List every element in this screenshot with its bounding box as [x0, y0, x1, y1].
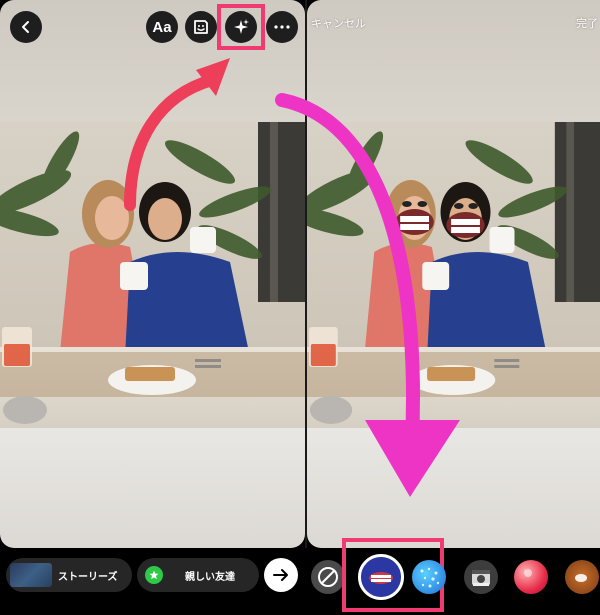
stories-thumbnail [10, 563, 52, 587]
more-horizontal-icon [274, 25, 290, 29]
background-bottom [0, 428, 305, 548]
text-button[interactable]: Aa [146, 11, 178, 43]
close-friends-label: 親しい友達 [185, 571, 235, 583]
background-bottom [307, 428, 600, 548]
camera-effect[interactable] [464, 560, 498, 594]
stories-share-button[interactable]: ストーリーズ [6, 558, 132, 592]
send-button[interactable] [264, 558, 298, 592]
donut-icon [575, 574, 587, 582]
red-bubble-effect[interactable] [514, 560, 548, 594]
no-effect-icon [318, 567, 338, 587]
stories-label: ストーリーズ [58, 571, 118, 583]
sticker-button[interactable] [185, 11, 217, 43]
bubble-icon [524, 569, 532, 577]
effects-button-highlight [217, 4, 265, 50]
no-effect-button[interactable] [311, 560, 345, 594]
sticker-icon [194, 20, 208, 34]
instant-camera-icon [472, 570, 490, 586]
sparkle-filter-effect[interactable] [412, 560, 446, 594]
star-icon [145, 566, 163, 584]
story-editor-original: Aa [0, 0, 305, 548]
back-button[interactable] [10, 11, 42, 43]
done-button[interactable]: 完了 [576, 15, 598, 31]
chevron-left-icon [22, 21, 29, 33]
donut-effect[interactable] [565, 560, 599, 594]
more-button[interactable] [266, 11, 298, 43]
story-photo [0, 122, 305, 428]
sparkle-dots-icon [420, 567, 440, 588]
story-editor-effect-applied: キャンセル 完了 [307, 0, 600, 548]
arrow-right-icon [273, 569, 288, 581]
story-photo-with-effect [307, 122, 600, 428]
cancel-button[interactable]: キャンセル [311, 15, 366, 31]
text-button-label: Aa [152, 18, 172, 36]
close-friends-button[interactable]: 親しい友達 [137, 558, 259, 592]
